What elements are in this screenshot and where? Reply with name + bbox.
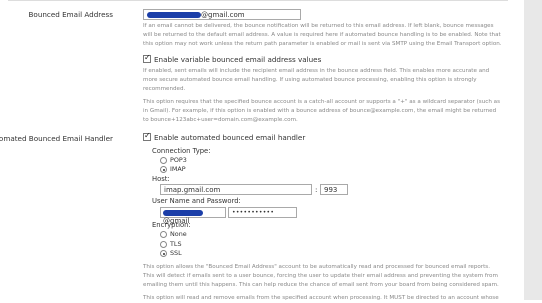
radio-ssl-label: SSL — [170, 249, 182, 257]
radio-pop3[interactable] — [160, 157, 167, 164]
radio-none-label: None — [170, 230, 187, 238]
port-separator: : — [315, 185, 318, 194]
top-divider — [8, 0, 508, 1]
username-input[interactable]: @gmail — [160, 207, 226, 225]
port-input[interactable]: 993 — [320, 184, 348, 195]
bounce-email-field[interactable]: @gmail.com — [143, 9, 301, 20]
host-label: Host: — [152, 175, 170, 183]
radio-none[interactable] — [160, 231, 167, 238]
bounce-email-help: If an email cannot be delivered, the bou… — [143, 23, 502, 47]
radio-tls-label: TLS — [170, 240, 182, 248]
variable-bounce-label: Enable variable bounced email address va… — [154, 55, 322, 64]
handler-checkbox-label: Enable automated bounced email handler — [154, 133, 306, 142]
options-panel: Bounced Email Address @gmail.com If an e… — [0, 0, 523, 301]
variable-bounce-help1: If enabled, sent emails will include the… — [143, 68, 490, 92]
handler-help2: This option will read and remove emails … — [143, 295, 499, 301]
userpass-label: User Name and Password: — [152, 197, 241, 205]
scrollbar-track[interactable] — [524, 0, 542, 300]
radio-tls[interactable] — [160, 241, 167, 248]
encryption-label: Encryption: — [152, 221, 191, 229]
handler-checkbox[interactable] — [143, 131, 151, 141]
connection-type-label: Connection Type: — [152, 147, 211, 155]
radio-imap-label: IMAP — [170, 165, 186, 173]
radio-ssl[interactable] — [160, 250, 167, 257]
bounce-email-suffix: @gmail.com — [201, 11, 245, 19]
handler-help1: This option allows the "Bounced Email Ad… — [143, 264, 499, 288]
host-input[interactable]: imap.gmail.com — [160, 184, 312, 195]
variable-bounce-checkbox[interactable] — [143, 53, 151, 63]
redacted-username — [163, 210, 203, 216]
redacted-username — [147, 12, 201, 18]
variable-bounce-help2: This option requires that the specified … — [143, 99, 500, 123]
radio-imap[interactable] — [160, 166, 167, 173]
radio-pop3-label: POP3 — [170, 156, 187, 164]
handler-label: Automated Bounced Email Handler — [0, 134, 113, 143]
password-input[interactable]: ••••••••••• — [228, 207, 297, 218]
bounce-email-label: Bounced Email Address — [28, 10, 113, 19]
